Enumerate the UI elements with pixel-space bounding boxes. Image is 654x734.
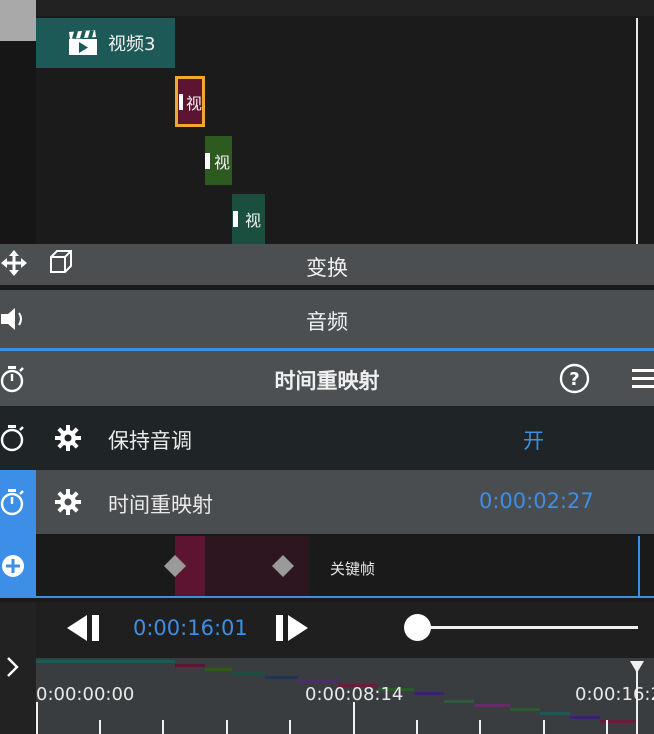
clip-video3[interactable]: 视频3 [36,18,175,68]
track-overview [175,664,205,667]
timeline-tracks: 视频3 视 视 视 [0,0,654,244]
clip-title: 视频3 [108,34,156,55]
keep-pitch-label: 保持音调 [108,429,192,453]
audio-label: 音频 [306,310,348,334]
gear-icon[interactable] [55,489,81,519]
keyframe-lane[interactable]: 关键帧 [36,536,640,596]
step-back-icon[interactable] [67,615,101,645]
ruler-label-end: 0:00:16:2 [575,684,654,705]
step-forward-icon[interactable] [276,615,310,645]
ruler-tick [606,720,608,734]
stopwatch-icon[interactable] [0,488,26,520]
ruler-tick [99,720,101,734]
time-remap-row[interactable]: 时间重映射 0:00:02:27 [0,470,654,534]
transform-label: 变换 [306,256,348,280]
zoom-slider-thumb[interactable] [404,614,431,641]
timeline-ruler[interactable]: 0:00:00:00 0:00:08:14 0:00:16:2 [36,658,654,734]
time-remap-value[interactable]: 0:00:02:27 [479,489,594,513]
clip-title: 视 [214,152,231,172]
clip-dark-teal[interactable]: 视 [232,194,265,244]
keyframe-diamond-icon[interactable] [163,554,187,582]
expand-panel-handle[interactable] [0,602,37,734]
stopwatch-icon[interactable] [0,424,26,456]
keyframe-label: 关键帧 [330,560,376,578]
video-clip-icon [233,211,238,227]
track-overview [540,712,570,715]
top-status-strip [0,0,654,16]
ruler-tick [289,720,291,734]
zoom-slider-track[interactable] [418,626,638,629]
playhead-line [636,18,638,244]
track-overview [474,704,510,707]
clapperboard-icon [68,30,98,56]
track-overview [298,680,338,683]
track-overview [510,708,540,711]
time-remap-label: 时间重映射 [108,493,213,517]
ruler-tick [416,720,418,734]
ruler-tick [162,720,164,734]
track-overview [414,692,444,695]
track-overview [36,660,175,663]
ruler-tick-major [353,702,355,734]
clip-title: 视 [185,93,202,113]
current-time[interactable]: 0:00:16:01 [133,616,248,640]
video-clip-icon [179,93,183,110]
keep-pitch-row[interactable]: 保持音调 开 [0,406,654,470]
clip-green[interactable]: 视 [205,136,232,185]
ruler-tick [226,720,228,734]
track-header-column [0,41,36,244]
add-keyframe-icon[interactable] [1,554,25,582]
menu-icon[interactable] [632,368,654,394]
clip-selected[interactable]: 视 [175,76,205,127]
gear-icon[interactable] [55,425,81,455]
chevron-right-icon[interactable] [6,656,20,682]
track-overview [265,676,298,679]
transport-bar: 0:00:16:01 [36,602,654,658]
playhead-marker-icon[interactable] [630,658,644,677]
video-clip-icon [205,152,210,169]
svg-text:?: ? [569,369,579,390]
ruler-tick [543,720,545,734]
track-overview [570,716,600,719]
time-remap-header[interactable]: 时间重映射 ? [0,351,654,406]
keep-pitch-value[interactable]: 开 [523,425,544,455]
track-header-block [0,0,36,41]
clip-title: 视 [245,211,262,230]
track-overview [232,672,265,675]
audio-panel-bar[interactable]: 音频 [0,290,654,348]
help-icon[interactable]: ? [559,363,590,398]
keyframe-row: 关键帧 [0,534,654,598]
track-overview [444,700,474,703]
ruler-tick [479,720,481,734]
keyframe-diamond-icon[interactable] [271,554,295,582]
ruler-tick-major [36,702,38,734]
ruler-label-start: 0:00:00:00 [36,684,135,705]
time-remap-title: 时间重映射 [274,369,380,393]
track-overview [205,668,232,671]
transform-panel-bar[interactable]: 变换 [0,244,654,285]
